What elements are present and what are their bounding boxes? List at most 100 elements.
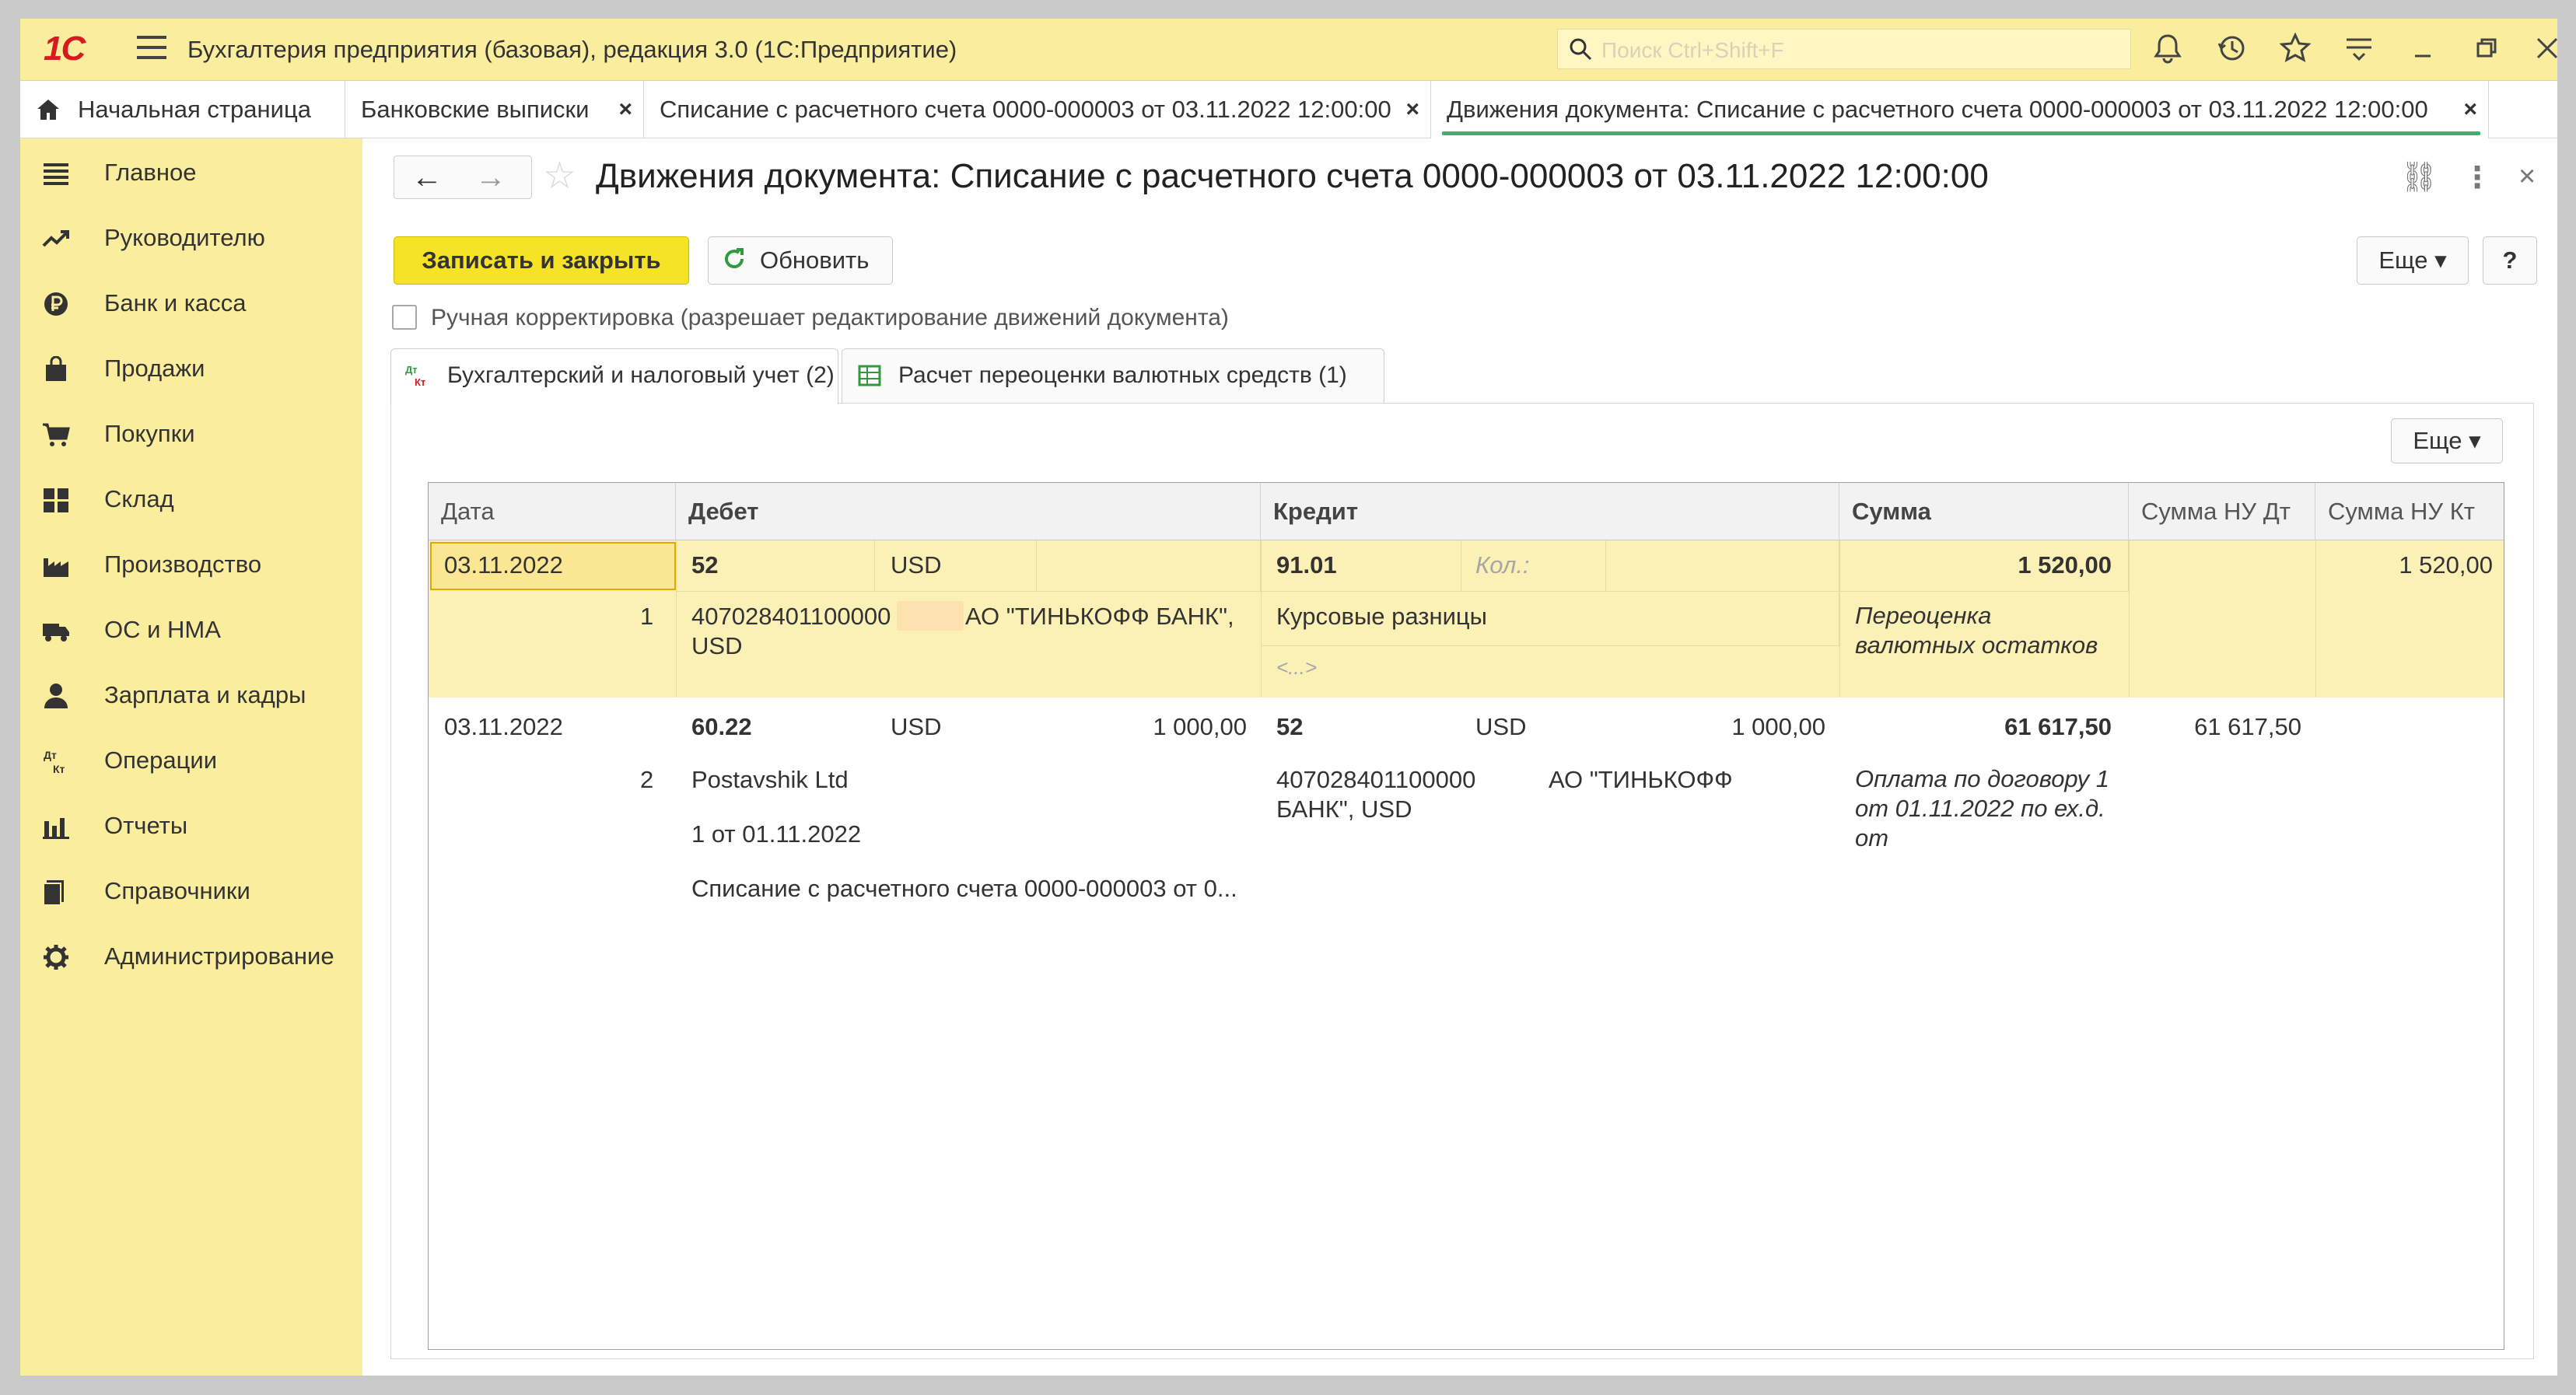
sidebar-item-salary-hr[interactable]: Зарплата и кадры bbox=[20, 664, 362, 726]
tab-currency-revaluation[interactable]: Расчет переоценки валютных средств (1) bbox=[842, 348, 1384, 403]
manual-edit-checkbox[interactable] bbox=[392, 305, 417, 330]
cart-icon bbox=[43, 423, 70, 446]
close-tab-icon[interactable]: × bbox=[2463, 81, 2477, 138]
link-icon[interactable]: ⛓ bbox=[2400, 160, 2438, 194]
restore-window-icon[interactable] bbox=[2469, 33, 2504, 68]
row1-debit-subconto-1: 407028401100000 bbox=[691, 603, 891, 630]
page-title: Движения документа: Списание с расчетног… bbox=[596, 157, 1989, 195]
close-window-icon[interactable] bbox=[2529, 33, 2557, 68]
manual-edit-label: Ручная корректировка (разрешает редактир… bbox=[431, 305, 1229, 330]
sidebar-item-operations[interactable]: Дт Кт Операции bbox=[20, 729, 362, 792]
open-windows-tabbar: Начальная страница Банковские выписки × … bbox=[20, 81, 2557, 138]
close-form-icon[interactable]: × bbox=[2518, 160, 2536, 194]
back-button[interactable]: ← bbox=[411, 159, 443, 195]
table-header: Дата Дебет Кредит Сумма Сумма НУ Дт Сумм… bbox=[429, 483, 2504, 540]
column-header-debit[interactable]: Дебет bbox=[676, 483, 1261, 540]
svg-text:Кт: Кт bbox=[415, 376, 425, 388]
row2-debit-subconto-3: Списание с расчетного счета 0000-000003 … bbox=[691, 875, 1237, 902]
table-more-button[interactable]: Еще ▾ bbox=[2391, 418, 2503, 463]
minimize-icon[interactable] bbox=[2405, 33, 2441, 68]
row1-debit-subconto-cont: USD bbox=[691, 632, 743, 659]
row2-credit-currency-amount: 1 000,00 bbox=[1731, 713, 1825, 740]
row2-debit-account: 60.22 bbox=[691, 713, 752, 740]
sidebar-item-sales[interactable]: Продажи bbox=[20, 337, 362, 400]
more-button[interactable]: Еще ▾ bbox=[2357, 236, 2469, 285]
sidebar-item-label: Операции bbox=[104, 746, 218, 774]
sidebar-item-label: Склад bbox=[104, 485, 174, 512]
title-bar: 1С Бухгалтерия предприятия (базовая), ре… bbox=[20, 19, 2557, 81]
row2-debit-currency-amount: 1 000,00 bbox=[1153, 713, 1247, 740]
sidebar-item-label: Зарплата и кадры bbox=[104, 681, 306, 708]
column-header-sum-nu-dt[interactable]: Сумма НУ Дт bbox=[2129, 483, 2315, 540]
search-placeholder: Поиск Ctrl+Shift+F bbox=[1601, 38, 1784, 62]
row1-credit-subconto-1: Курсовые разницы bbox=[1276, 603, 1487, 630]
sidebar-item-manager[interactable]: Руководителю bbox=[20, 207, 362, 269]
column-header-sum[interactable]: Сумма bbox=[1839, 483, 2129, 540]
bar-chart-icon bbox=[43, 818, 69, 839]
factory-icon bbox=[44, 558, 68, 577]
sidebar-item-directories[interactable]: Справочники bbox=[20, 860, 362, 922]
active-tab-indicator bbox=[1442, 131, 2480, 135]
sidebar-item-label: Продажи bbox=[104, 355, 205, 382]
more-actions-icon[interactable]: ⋮ bbox=[2462, 160, 2492, 195]
sidebar-item-label: Руководителю bbox=[104, 224, 265, 251]
sidebar-item-production[interactable]: Производство bbox=[20, 533, 362, 596]
tab-accounting-tax[interactable]: Дт Кт Бухгалтерский и налоговый учет (2) bbox=[390, 348, 838, 404]
sidebar-item-bank-cash[interactable]: Банк и касса bbox=[20, 272, 362, 334]
favorites-star-icon[interactable] bbox=[2277, 32, 2313, 68]
close-tab-icon[interactable]: × bbox=[1405, 81, 1419, 138]
refresh-button[interactable]: Обновить bbox=[708, 236, 893, 285]
sidebar-item-main[interactable]: Главное bbox=[20, 142, 362, 204]
svg-text:Дт: Дт bbox=[405, 364, 418, 376]
favorite-star-icon[interactable]: ☆ bbox=[543, 154, 576, 198]
column-header-date[interactable]: Дата bbox=[429, 483, 676, 540]
app-window: 1С Бухгалтерия предприятия (базовая), ре… bbox=[20, 19, 2557, 1376]
column-divider bbox=[2129, 540, 2130, 698]
movements-table[interactable]: Дата Дебет Кредит Сумма Сумма НУ Дт Сумм… bbox=[428, 482, 2504, 1350]
forward-button[interactable]: → bbox=[475, 159, 506, 195]
row1-sum-content: Переоценка валютных остатков bbox=[1855, 602, 2098, 659]
sections-sidebar: Главное Руководителю Банк и касса Продаж… bbox=[20, 138, 362, 1376]
tab-document-movements[interactable]: Движения документа: Списание с расчетног… bbox=[1431, 81, 2489, 138]
sidebar-item-label: Банк и касса bbox=[104, 289, 247, 316]
sidebar-item-purchases[interactable]: Покупки bbox=[20, 403, 362, 465]
row1-sum-nu-kt: 1 520,00 bbox=[2399, 551, 2493, 579]
row1-credit-account: 91.01 bbox=[1276, 551, 1337, 579]
sidebar-item-warehouse[interactable]: Склад bbox=[20, 468, 362, 530]
functions-menu-icon[interactable] bbox=[2341, 33, 2377, 68]
subtab-label: Расчет переоценки валютных средств (1) bbox=[898, 362, 1347, 388]
row2-credit-subconto-1: 407028401100000 bbox=[1276, 766, 1476, 793]
masked-account-digits bbox=[897, 601, 964, 631]
bell-icon[interactable] bbox=[2150, 33, 2186, 68]
truck-icon bbox=[43, 624, 69, 642]
column-header-sum-nu-kt[interactable]: Сумма НУ Кт bbox=[2315, 483, 2505, 540]
row1-debit-bank: АО "ТИНЬКОФФ БАНК", bbox=[965, 603, 1234, 630]
tab-bank-statements[interactable]: Банковские выписки × bbox=[345, 81, 644, 138]
app-logo: 1С bbox=[44, 30, 86, 68]
row2-sum-nu-dt: 61 617,50 bbox=[2194, 713, 2301, 740]
books-icon bbox=[43, 880, 64, 905]
row2-debit-currency: USD bbox=[891, 713, 942, 740]
help-button[interactable]: ? bbox=[2483, 236, 2537, 285]
search-input[interactable]: Поиск Ctrl+Shift+F bbox=[1557, 29, 2131, 69]
tab-write-off-document[interactable]: Списание с расчетного счета 0000-000003 … bbox=[644, 81, 1431, 138]
tab-home[interactable]: Начальная страница bbox=[20, 81, 345, 138]
chart-trend-icon bbox=[42, 230, 69, 247]
sidebar-item-administration[interactable]: Администрирование bbox=[20, 925, 362, 988]
history-icon[interactable] bbox=[2214, 33, 2249, 68]
main-menu-icon[interactable] bbox=[137, 36, 166, 62]
column-header-credit[interactable]: Кредит bbox=[1261, 483, 1839, 540]
tab-label: Банковские выписки bbox=[361, 96, 590, 123]
person-icon bbox=[44, 684, 68, 708]
row2-credit-currency: USD bbox=[1475, 713, 1527, 740]
row1-debit-currency: USD bbox=[891, 551, 942, 579]
app-title: Бухгалтерия предприятия (базовая), редак… bbox=[187, 36, 957, 63]
row2-date: 03.11.2022 bbox=[444, 713, 563, 740]
sidebar-item-fixed-assets[interactable]: ОС и НМА bbox=[20, 599, 362, 661]
sidebar-item-reports[interactable]: Отчеты bbox=[20, 795, 362, 857]
close-tab-icon[interactable]: × bbox=[618, 81, 632, 138]
tab-label: Списание с расчетного счета 0000-000003 … bbox=[660, 96, 1391, 123]
save-and-close-button[interactable]: Записать и закрыть bbox=[394, 236, 689, 285]
history-nav: ← → bbox=[394, 156, 532, 199]
sidebar-item-label: Администрирование bbox=[104, 942, 334, 970]
